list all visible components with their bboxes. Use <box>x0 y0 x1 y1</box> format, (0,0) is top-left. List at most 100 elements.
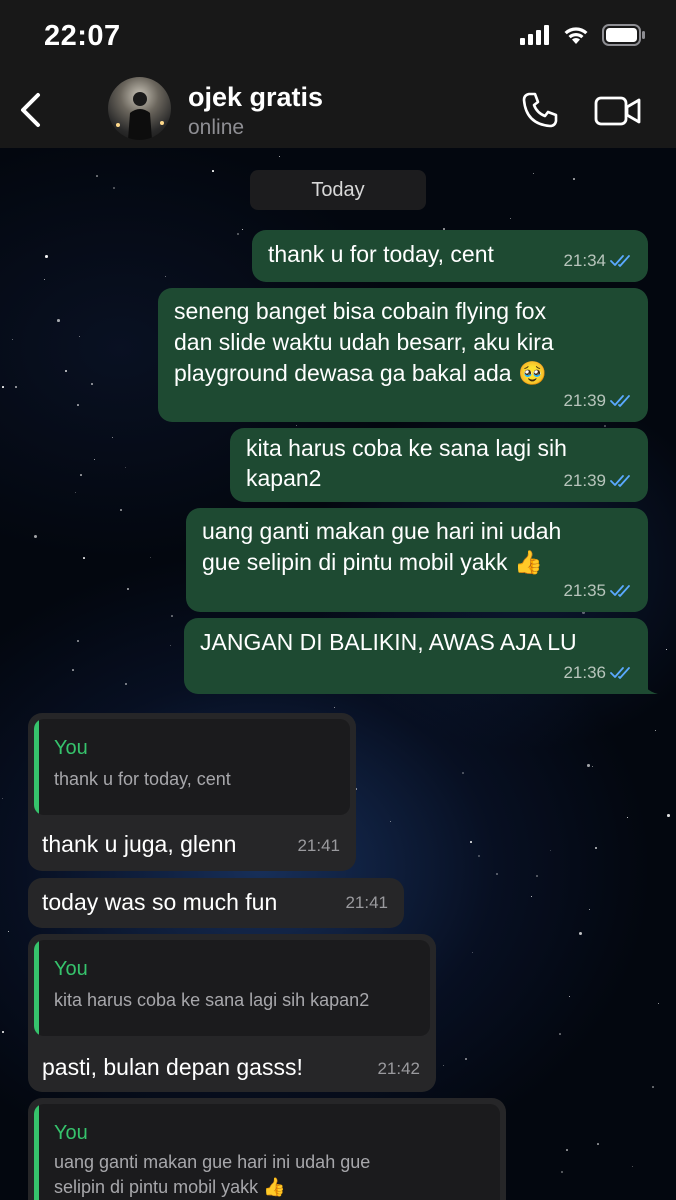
bubble-tail <box>640 674 658 694</box>
star <box>667 814 670 817</box>
read-ticks-icon <box>610 584 630 597</box>
reply-author: You <box>54 1122 88 1144</box>
star <box>127 588 129 590</box>
chat-area[interactable]: Today thank u for today, cent 21:34 sene… <box>0 148 676 1200</box>
status-icons <box>520 24 646 46</box>
outgoing-message[interactable]: kita harus coba ke sana lagi sih kapan2 … <box>230 428 648 502</box>
star <box>536 875 538 877</box>
star <box>2 798 4 800</box>
star <box>57 319 60 322</box>
read-ticks-icon <box>610 666 630 679</box>
star <box>12 339 13 340</box>
voice-call-button[interactable] <box>520 90 560 130</box>
star <box>573 178 575 180</box>
avatar[interactable] <box>108 77 171 140</box>
star <box>472 952 474 954</box>
star <box>8 931 10 933</box>
star <box>150 557 152 559</box>
star <box>212 170 214 172</box>
message-text: thank u for today, cent <box>268 241 494 267</box>
star <box>595 847 598 850</box>
outgoing-message[interactable]: uang ganti makan gue hari ini udah gue s… <box>186 508 648 612</box>
message-meta: 21:36 <box>563 657 634 688</box>
status-bar: 22:07 <box>0 0 676 74</box>
message-text-line: gue selipin di pintu mobil yakk 👍 <box>202 549 543 575</box>
battery-icon <box>602 24 645 46</box>
star <box>120 509 122 511</box>
incoming-message[interactable]: You thank u for today, cent thank u juga… <box>28 713 356 871</box>
reply-text-line: selipin di pintu mobil yakk 👍 <box>54 1177 286 1197</box>
message-time: 21:39 <box>563 471 606 490</box>
star <box>604 425 606 427</box>
star <box>592 766 594 768</box>
star <box>666 649 668 651</box>
star <box>531 896 533 898</box>
reply-author: You <box>54 958 88 980</box>
message-text-line: kita harus coba ke sana lagi sih <box>246 435 567 461</box>
star <box>470 841 472 843</box>
star <box>83 557 85 559</box>
star <box>478 855 481 858</box>
reply-text: thank u for today, cent <box>54 769 231 789</box>
incoming-message[interactable]: today was so much fun 21:41 <box>28 878 404 928</box>
star <box>34 535 38 539</box>
quoted-reply[interactable]: You kita harus coba ke sana lagi sih kap… <box>34 940 430 1036</box>
contact-name[interactable]: ojek gratis <box>188 82 323 113</box>
message-text-line: playground dewasa ga bakal ada 🥹 <box>174 360 547 386</box>
phone-icon <box>522 92 558 128</box>
message-text-line: dan slide waktu udah besarr, aku kira <box>174 329 554 355</box>
star <box>561 1171 564 1174</box>
star <box>96 175 98 177</box>
star <box>72 669 74 671</box>
outgoing-message[interactable]: thank u for today, cent 21:34 <box>252 230 648 282</box>
message-meta: 21:34 <box>563 245 634 276</box>
read-ticks-icon <box>610 254 630 267</box>
outgoing-message[interactable]: JANGAN DI BALIKIN, AWAS AJA LU 21:36 <box>184 618 648 694</box>
wifi-icon <box>564 27 588 44</box>
signal-icon <box>520 25 549 45</box>
star <box>2 386 4 388</box>
star <box>569 996 571 998</box>
star <box>462 772 464 774</box>
message-text: thank u juga, glenn <box>42 831 237 857</box>
read-ticks-icon <box>610 474 630 487</box>
star <box>559 1033 561 1035</box>
message-time: 21:36 <box>563 663 606 682</box>
star <box>112 437 114 439</box>
star <box>496 873 498 875</box>
star <box>2 1031 5 1034</box>
message-text: JANGAN DI BALIKIN, AWAS AJA LU <box>200 629 577 655</box>
star <box>77 404 79 406</box>
star <box>296 425 298 427</box>
star <box>465 1058 467 1060</box>
star <box>533 173 534 174</box>
star <box>237 233 240 236</box>
star <box>75 492 77 494</box>
message-time: 21:41 <box>297 836 340 855</box>
star <box>94 459 96 461</box>
incoming-message[interactable]: You uang ganti makan gue hari ini udah g… <box>28 1098 506 1200</box>
star <box>579 932 583 936</box>
message-meta: 21:39 <box>563 465 634 496</box>
star <box>125 467 127 469</box>
star <box>550 850 552 852</box>
message-meta: 21:39 <box>563 385 634 416</box>
star <box>632 1166 634 1168</box>
star <box>390 821 392 823</box>
star <box>125 683 128 686</box>
star <box>587 764 590 767</box>
reply-text: kita harus coba ke sana lagi sih kapan2 <box>54 990 370 1010</box>
outgoing-message[interactable]: seneng banget bisa cobain flying fox dan… <box>158 288 648 422</box>
star <box>334 707 336 709</box>
quoted-reply[interactable]: You uang ganti makan gue hari ini udah g… <box>34 1104 500 1200</box>
star <box>566 1149 568 1151</box>
star <box>44 279 46 281</box>
video-call-button[interactable] <box>594 94 642 128</box>
quoted-reply[interactable]: You thank u for today, cent <box>34 719 350 815</box>
incoming-message[interactable]: You kita harus coba ke sana lagi sih kap… <box>28 934 436 1092</box>
date-separator: Today <box>250 170 426 210</box>
message-time: 21:41 <box>345 893 388 912</box>
back-button[interactable] <box>10 88 50 132</box>
star <box>279 156 281 158</box>
read-ticks-icon <box>610 394 630 407</box>
